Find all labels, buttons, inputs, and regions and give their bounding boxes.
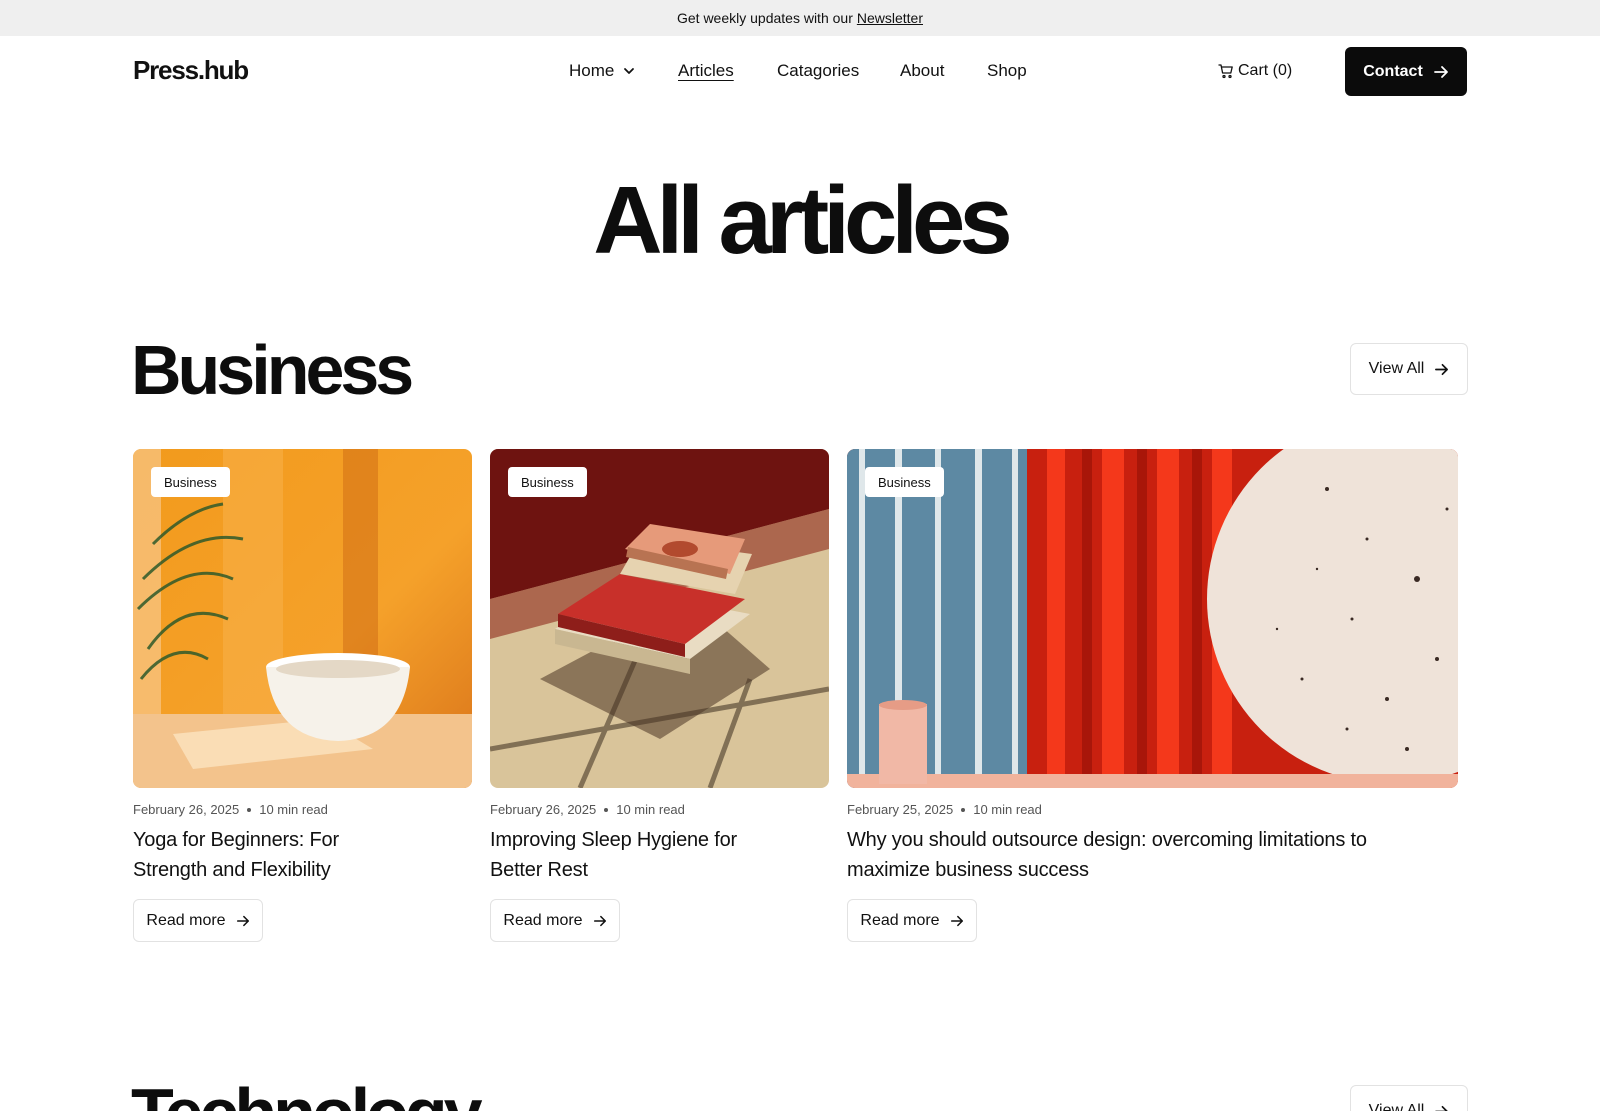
books-image: [490, 449, 829, 788]
nav-item-label: Catagories: [777, 61, 860, 80]
view-all-label: View All: [1368, 1102, 1425, 1111]
article-date: February 26, 2025: [133, 802, 240, 817]
newsletter-link[interactable]: Newsletter: [857, 10, 923, 26]
contact-label: Contact: [1363, 62, 1423, 80]
section-title-technology: Technology: [131, 1078, 483, 1111]
article-image[interactable]: Business: [490, 449, 829, 788]
red-columns-image: [847, 449, 1458, 788]
announcement-text: Get weekly updates with our: [676, 10, 853, 26]
arrow-right-icon: [1433, 65, 1448, 78]
nav-item-articles[interactable]: Articles: [678, 58, 734, 84]
article-card[interactable]: Business February 25, 2025 10 min read W…: [847, 449, 1458, 942]
cart-icon: [1218, 64, 1233, 79]
article-date: February 26, 2025: [490, 802, 597, 817]
nav-item-home[interactable]: Home: [569, 58, 636, 84]
nav-item-label: Articles: [678, 61, 734, 80]
nav-item-categories[interactable]: Catagories: [777, 58, 859, 84]
view-all-label: View All: [1368, 360, 1425, 377]
separator-dot: [961, 807, 966, 812]
nav-item-label: Shop: [987, 61, 1027, 80]
article-title[interactable]: Why you should outsource design: overcom…: [847, 825, 1387, 885]
arrow-right-icon: [593, 915, 606, 926]
article-card[interactable]: Business February 26, 2025 10 min read I…: [490, 449, 829, 942]
article-card[interactable]: Business February 26, 2025 10 min read Y…: [133, 449, 472, 942]
article-title[interactable]: Yoga for Beginners: For Strength and Fle…: [133, 825, 363, 885]
article-read-time: 10 min read: [973, 802, 1042, 817]
article-meta: February 25, 2025 10 min read: [847, 802, 1458, 817]
view-all-button-business[interactable]: View All: [1350, 343, 1468, 395]
read-more-label: Read more: [860, 911, 940, 929]
nav-item-label: Home: [569, 61, 615, 80]
chevron-down-icon: [624, 68, 635, 74]
arrow-right-icon: [1435, 1105, 1449, 1111]
article-read-time: 10 min read: [259, 802, 328, 817]
arrow-right-icon: [950, 915, 963, 926]
nav-item-label: About: [900, 61, 945, 80]
read-more-label: Read more: [146, 911, 226, 929]
arrow-right-icon: [1435, 363, 1449, 375]
cart-label: Cart (0): [1238, 62, 1293, 79]
article-date: February 25, 2025: [847, 802, 954, 817]
article-meta: February 26, 2025 10 min read: [490, 802, 829, 817]
section-title-business: Business: [131, 331, 414, 409]
article-image[interactable]: Business: [133, 449, 472, 788]
arrow-right-icon: [236, 915, 249, 926]
nav-item-shop[interactable]: Shop: [987, 58, 1027, 84]
category-tag: Business: [508, 467, 587, 497]
read-more-button[interactable]: Read more: [847, 899, 977, 942]
read-more-button[interactable]: Read more: [133, 899, 263, 942]
cart-button[interactable]: Cart (0): [1218, 62, 1292, 80]
read-more-label: Read more: [503, 911, 583, 929]
contact-button[interactable]: Contact: [1345, 47, 1467, 96]
category-tag: Business: [151, 467, 230, 497]
separator-dot: [604, 807, 609, 812]
announcement-bar: Get weekly updates with our Newsletter: [0, 0, 1600, 36]
bowl-plant-image: [133, 449, 472, 788]
article-read-time: 10 min read: [616, 802, 685, 817]
separator-dot: [247, 807, 252, 812]
article-image[interactable]: Business: [847, 449, 1458, 788]
category-tag: Business: [865, 467, 944, 497]
article-title[interactable]: Improving Sleep Hygiene for Better Rest: [490, 825, 740, 885]
read-more-button[interactable]: Read more: [490, 899, 620, 942]
nav-item-about[interactable]: About: [900, 58, 944, 84]
page-title: All articles: [593, 167, 1013, 274]
article-meta: February 26, 2025 10 min read: [133, 802, 472, 817]
view-all-button-technology[interactable]: View All: [1350, 1085, 1468, 1111]
